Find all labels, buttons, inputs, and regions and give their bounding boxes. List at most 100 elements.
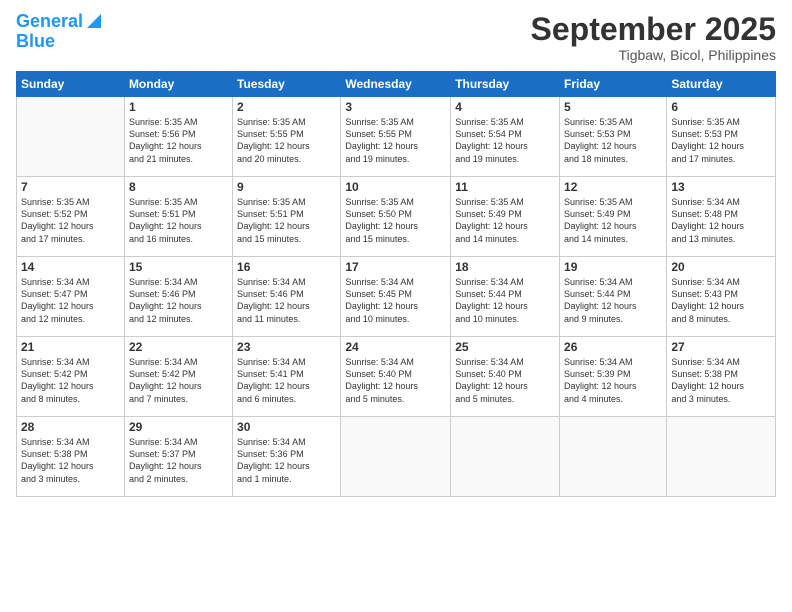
day-info: Sunrise: 5:35 AM Sunset: 5:55 PM Dayligh… <box>345 116 446 165</box>
calendar-cell: 13 Sunrise: 5:34 AM Sunset: 5:48 PM Dayli… <box>667 177 776 257</box>
day-number: 14 <box>21 260 120 274</box>
day-info: Sunrise: 5:35 AM Sunset: 5:53 PM Dayligh… <box>564 116 662 165</box>
day-number: 9 <box>237 180 336 194</box>
day-info: Sunrise: 5:34 AM Sunset: 5:46 PM Dayligh… <box>237 276 336 325</box>
calendar-cell: 26Sunrise: 5:34 AM Sunset: 5:39 PM Dayli… <box>560 337 667 417</box>
day-info: Sunrise: 5:34 AM Sunset: 5:47 PM Dayligh… <box>21 276 120 325</box>
day-number: 23 <box>237 340 336 354</box>
day-number: 26 <box>564 340 662 354</box>
day-number: 27 <box>671 340 771 354</box>
calendar-cell: 5 Sunrise: 5:35 AM Sunset: 5:53 PM Daylig… <box>560 97 667 177</box>
weekday-header-monday: Monday <box>124 72 232 97</box>
day-number: 13 <box>671 180 771 194</box>
weekday-header-sunday: Sunday <box>17 72 125 97</box>
day-number: 24 <box>345 340 446 354</box>
calendar-cell: 4 Sunrise: 5:35 AM Sunset: 5:54 PM Daylig… <box>451 97 560 177</box>
calendar-table: SundayMondayTuesdayWednesdayThursdayFrid… <box>16 71 776 497</box>
weekday-header-friday: Friday <box>560 72 667 97</box>
calendar-cell: 7 Sunrise: 5:35 AM Sunset: 5:52 PM Daylig… <box>17 177 125 257</box>
day-info: Sunrise: 5:35 AM Sunset: 5:53 PM Dayligh… <box>671 116 771 165</box>
calendar-week-row: 1Sunrise: 5:35 AM Sunset: 5:56 PM Daylig… <box>17 97 776 177</box>
calendar-cell: 29 Sunrise: 5:34 AM Sunset: 5:37 PM Dayli… <box>124 417 232 497</box>
calendar-cell: 9Sunrise: 5:35 AM Sunset: 5:51 PM Daylig… <box>233 177 341 257</box>
calendar-cell <box>560 417 667 497</box>
day-info: Sunrise: 5:34 AM Sunset: 5:42 PM Dayligh… <box>129 356 228 405</box>
calendar-cell: 30 Sunrise: 5:34 AM Sunset: 5:36 PM Dayli… <box>233 417 341 497</box>
weekday-header-tuesday: Tuesday <box>233 72 341 97</box>
title-block: September 2025 Tigbaw, Bicol, Philippine… <box>531 12 776 63</box>
calendar-cell: 27 Sunrise: 5:34 AM Sunset: 5:38 PM Dayli… <box>667 337 776 417</box>
day-number: 18 <box>455 260 555 274</box>
day-info: Sunrise: 5:34 AM Sunset: 5:38 PM Dayligh… <box>671 356 771 405</box>
calendar-cell: 10 Sunrise: 5:35 AM Sunset: 5:50 PM Dayli… <box>341 177 451 257</box>
logo-blue: Blue <box>16 32 55 52</box>
day-number: 20 <box>671 260 771 274</box>
calendar-cell <box>17 97 125 177</box>
day-number: 2 <box>237 100 336 114</box>
calendar-cell: 22 Sunrise: 5:34 AM Sunset: 5:42 PM Dayli… <box>124 337 232 417</box>
calendar-page: General Blue September 2025 Tigbaw, Bico… <box>0 0 792 612</box>
day-number: 30 <box>237 420 336 434</box>
day-info: Sunrise: 5:34 AM Sunset: 5:48 PM Dayligh… <box>671 196 771 245</box>
calendar-cell: 25 Sunrise: 5:34 AM Sunset: 5:40 PM Dayli… <box>451 337 560 417</box>
day-number: 22 <box>129 340 228 354</box>
day-info: Sunrise: 5:35 AM Sunset: 5:49 PM Dayligh… <box>564 196 662 245</box>
calendar-week-row: 28 Sunrise: 5:34 AM Sunset: 5:38 PM Dayli… <box>17 417 776 497</box>
day-number: 19 <box>564 260 662 274</box>
location-subtitle: Tigbaw, Bicol, Philippines <box>531 47 776 63</box>
day-info: Sunrise: 5:35 AM Sunset: 5:52 PM Dayligh… <box>21 196 120 245</box>
page-header: General Blue September 2025 Tigbaw, Bico… <box>16 12 776 63</box>
calendar-cell: 15Sunrise: 5:34 AM Sunset: 5:46 PM Dayli… <box>124 257 232 337</box>
day-number: 28 <box>21 420 120 434</box>
weekday-header-thursday: Thursday <box>451 72 560 97</box>
calendar-week-row: 14 Sunrise: 5:34 AM Sunset: 5:47 PM Dayli… <box>17 257 776 337</box>
day-number: 10 <box>345 180 446 194</box>
day-number: 1 <box>129 100 228 114</box>
calendar-cell: 11Sunrise: 5:35 AM Sunset: 5:49 PM Dayli… <box>451 177 560 257</box>
day-info: Sunrise: 5:34 AM Sunset: 5:44 PM Dayligh… <box>455 276 555 325</box>
month-title: September 2025 <box>531 12 776 47</box>
calendar-cell <box>341 417 451 497</box>
day-number: 21 <box>21 340 120 354</box>
day-number: 5 <box>564 100 662 114</box>
calendar-cell: 28 Sunrise: 5:34 AM Sunset: 5:38 PM Dayli… <box>17 417 125 497</box>
logo-general: General <box>16 12 83 32</box>
weekday-header-row: SundayMondayTuesdayWednesdayThursdayFrid… <box>17 72 776 97</box>
calendar-cell: 2Sunrise: 5:35 AM Sunset: 5:55 PM Daylig… <box>233 97 341 177</box>
day-number: 17 <box>345 260 446 274</box>
day-number: 29 <box>129 420 228 434</box>
calendar-cell: 18 Sunrise: 5:34 AM Sunset: 5:44 PM Dayli… <box>451 257 560 337</box>
day-number: 4 <box>455 100 555 114</box>
weekday-header-wednesday: Wednesday <box>341 72 451 97</box>
calendar-cell: 19Sunrise: 5:34 AM Sunset: 5:44 PM Dayli… <box>560 257 667 337</box>
calendar-cell: 14 Sunrise: 5:34 AM Sunset: 5:47 PM Dayli… <box>17 257 125 337</box>
day-info: Sunrise: 5:34 AM Sunset: 5:38 PM Dayligh… <box>21 436 120 485</box>
calendar-cell: 23Sunrise: 5:34 AM Sunset: 5:41 PM Dayli… <box>233 337 341 417</box>
calendar-cell: 6 Sunrise: 5:35 AM Sunset: 5:53 PM Daylig… <box>667 97 776 177</box>
day-info: Sunrise: 5:34 AM Sunset: 5:37 PM Dayligh… <box>129 436 228 485</box>
calendar-week-row: 21 Sunrise: 5:34 AM Sunset: 5:42 PM Dayli… <box>17 337 776 417</box>
day-info: Sunrise: 5:35 AM Sunset: 5:49 PM Dayligh… <box>455 196 555 245</box>
calendar-cell: 3Sunrise: 5:35 AM Sunset: 5:55 PM Daylig… <box>341 97 451 177</box>
day-info: Sunrise: 5:35 AM Sunset: 5:54 PM Dayligh… <box>455 116 555 165</box>
day-number: 7 <box>21 180 120 194</box>
logo: General Blue <box>16 12 103 52</box>
day-info: Sunrise: 5:34 AM Sunset: 5:46 PM Dayligh… <box>129 276 228 325</box>
day-info: Sunrise: 5:34 AM Sunset: 5:40 PM Dayligh… <box>455 356 555 405</box>
day-number: 16 <box>237 260 336 274</box>
day-info: Sunrise: 5:34 AM Sunset: 5:40 PM Dayligh… <box>345 356 446 405</box>
day-info: Sunrise: 5:35 AM Sunset: 5:50 PM Dayligh… <box>345 196 446 245</box>
day-info: Sunrise: 5:34 AM Sunset: 5:36 PM Dayligh… <box>237 436 336 485</box>
weekday-header-saturday: Saturday <box>667 72 776 97</box>
calendar-cell: 20Sunrise: 5:34 AM Sunset: 5:43 PM Dayli… <box>667 257 776 337</box>
day-number: 12 <box>564 180 662 194</box>
calendar-cell: 17Sunrise: 5:34 AM Sunset: 5:45 PM Dayli… <box>341 257 451 337</box>
day-number: 25 <box>455 340 555 354</box>
logo-triangle-icon <box>85 12 103 30</box>
calendar-cell: 8Sunrise: 5:35 AM Sunset: 5:51 PM Daylig… <box>124 177 232 257</box>
calendar-cell <box>667 417 776 497</box>
calendar-week-row: 7 Sunrise: 5:35 AM Sunset: 5:52 PM Daylig… <box>17 177 776 257</box>
calendar-cell: 16 Sunrise: 5:34 AM Sunset: 5:46 PM Dayli… <box>233 257 341 337</box>
day-number: 8 <box>129 180 228 194</box>
day-number: 6 <box>671 100 771 114</box>
